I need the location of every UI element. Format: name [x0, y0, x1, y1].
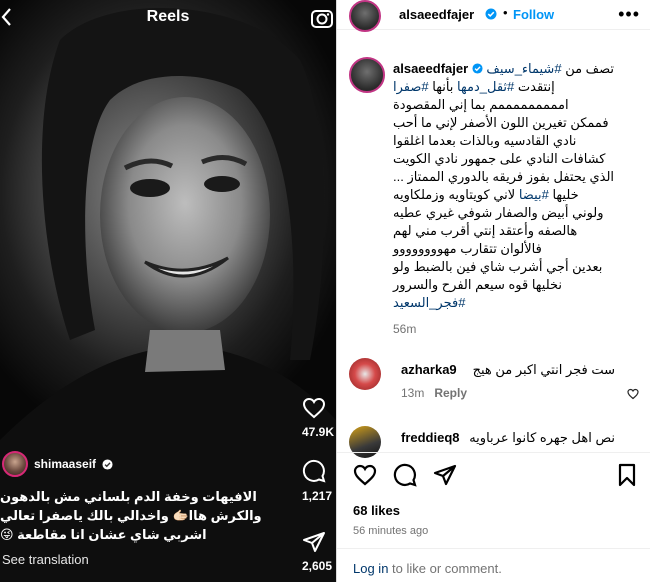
- see-translation-link[interactable]: See translation: [2, 552, 89, 567]
- comment-icon[interactable]: [302, 459, 326, 483]
- caption-username[interactable]: alsaeedfajer: [393, 61, 468, 76]
- camera-icon[interactable]: [311, 8, 333, 28]
- caption-text-segment: إنتقدت: [517, 79, 555, 94]
- hashtag-link[interactable]: #ثقل_دمها: [457, 79, 514, 94]
- post-sidebar: alsaeedfajer • Follow ••• alsaeedfajer ت…: [336, 0, 650, 582]
- comment-item: freddieq8 نص اهل جهره كانوا عرباويه: [337, 426, 650, 458]
- hashtag-link[interactable]: #فجر_السعيد: [393, 295, 465, 310]
- login-prompt-text: to like or comment.: [388, 561, 502, 576]
- follow-button[interactable]: Follow: [513, 7, 554, 22]
- hashtag-link[interactable]: #بيضا: [519, 187, 549, 202]
- post-header: alsaeedfajer • Follow •••: [337, 0, 650, 32]
- reel-video[interactable]: Reels 47.9K 1,217 2,605 shimaaseif الافي…: [0, 0, 336, 582]
- heart-icon[interactable]: [627, 388, 639, 400]
- comment-item: azharka9 ست فجر انتي اكبر من هيج 13m Repl…: [337, 358, 650, 408]
- login-bar: Log in to like or comment.: [337, 548, 650, 582]
- likes-count[interactable]: 68 likes: [353, 503, 400, 518]
- reel-top-bar: Reels: [0, 0, 336, 36]
- bookmark-icon[interactable]: [615, 463, 639, 487]
- reel-caption-line: اشربي شاي عشان انا مقاطعة 😜: [0, 527, 207, 542]
- caption-line: #فجر_السعيد: [393, 294, 639, 312]
- comment-username[interactable]: freddieq8: [401, 430, 460, 445]
- reel-shares-count: 2,605: [302, 559, 333, 573]
- login-link[interactable]: Log in: [353, 561, 388, 576]
- caption-body: امممممممممم بما إني المقصودة فممكن تغيري…: [393, 97, 615, 184]
- comment-time[interactable]: 13m: [401, 386, 424, 400]
- reels-title: Reels: [146, 8, 190, 25]
- reel-caption: الافيهات وخفة الدم بلساني مش بالدهون وال…: [0, 487, 302, 544]
- caption-line: خليها #بيضا لاني كويتاويه وزملكاويه: [393, 186, 639, 204]
- caption-text-segment: تصف من: [565, 61, 615, 76]
- avatar[interactable]: [349, 0, 381, 32]
- reply-button[interactable]: Reply: [434, 386, 467, 400]
- verified-badge-icon: [102, 458, 113, 470]
- reel-caption-line: والكرش هاا🫱🏻 واخدالي بالك ياصفرا تعالي: [0, 508, 262, 523]
- caption-timestamp[interactable]: 56m: [393, 322, 416, 336]
- caption-text-segment: لاني كويتاويه وزملكاويه: [393, 187, 516, 202]
- reel-author[interactable]: shimaaseif: [2, 451, 113, 477]
- caption-text-segment: بأنها: [432, 79, 454, 94]
- hashtag-link[interactable]: #صفرا: [393, 79, 429, 94]
- login-prompt: Log in to like or comment.: [353, 561, 502, 576]
- caption-body: ولوني أبيض والصفار شوفي غيري عطيه هالصفه…: [393, 205, 604, 292]
- post-actions: 68 likes 56 minutes ago: [337, 452, 650, 537]
- post-caption: alsaeedfajer تصف من #شيماء_سيف إنتقدت #ث…: [337, 52, 650, 342]
- comment-meta: 13m Reply: [401, 386, 467, 400]
- caption-line: إنتقدت #ثقل_دمها بأنها #صفرا: [393, 78, 639, 96]
- verified-badge-icon: [485, 8, 497, 20]
- comment-username[interactable]: azharka9: [401, 362, 457, 377]
- reel-like-action[interactable]: 47.9K: [296, 397, 335, 439]
- comment-text: ست فجر انتي اكبر من هيج: [472, 362, 615, 377]
- reel-username[interactable]: shimaaseif: [34, 457, 96, 471]
- post-author-username[interactable]: alsaeedfajer: [399, 7, 474, 22]
- comment-text: نص اهل جهره كانوا عرباويه: [469, 430, 615, 445]
- avatar[interactable]: [2, 451, 28, 477]
- post-time-ago[interactable]: 56 minutes ago: [353, 525, 428, 537]
- avatar[interactable]: [349, 358, 381, 390]
- heart-icon[interactable]: [302, 397, 326, 419]
- reel-likes-count: 47.9K: [302, 425, 335, 439]
- comment-icon[interactable]: [393, 463, 417, 487]
- more-horizontal-icon[interactable]: •••: [618, 5, 640, 23]
- caption-text-segment: خليها: [552, 187, 579, 202]
- reel-caption-line: الافيهات وخفة الدم بلساني مش بالدهون: [0, 489, 257, 504]
- caption-first-line: alsaeedfajer تصف من #شيماء_سيف: [393, 60, 639, 78]
- caption-text: alsaeedfajer تصف من #شيماء_سيف إنتقدت #ث…: [393, 60, 639, 312]
- verified-badge-icon: [472, 63, 483, 74]
- hashtag-link[interactable]: #شيماء_سيف: [486, 61, 561, 76]
- share-icon[interactable]: [302, 531, 326, 553]
- avatar[interactable]: [349, 57, 385, 93]
- heart-icon[interactable]: [353, 463, 377, 487]
- instagram-reel-post: Reels 47.9K 1,217 2,605 shimaaseif الافي…: [0, 0, 650, 582]
- separator-dot: •: [503, 5, 508, 20]
- share-icon[interactable]: [433, 463, 457, 487]
